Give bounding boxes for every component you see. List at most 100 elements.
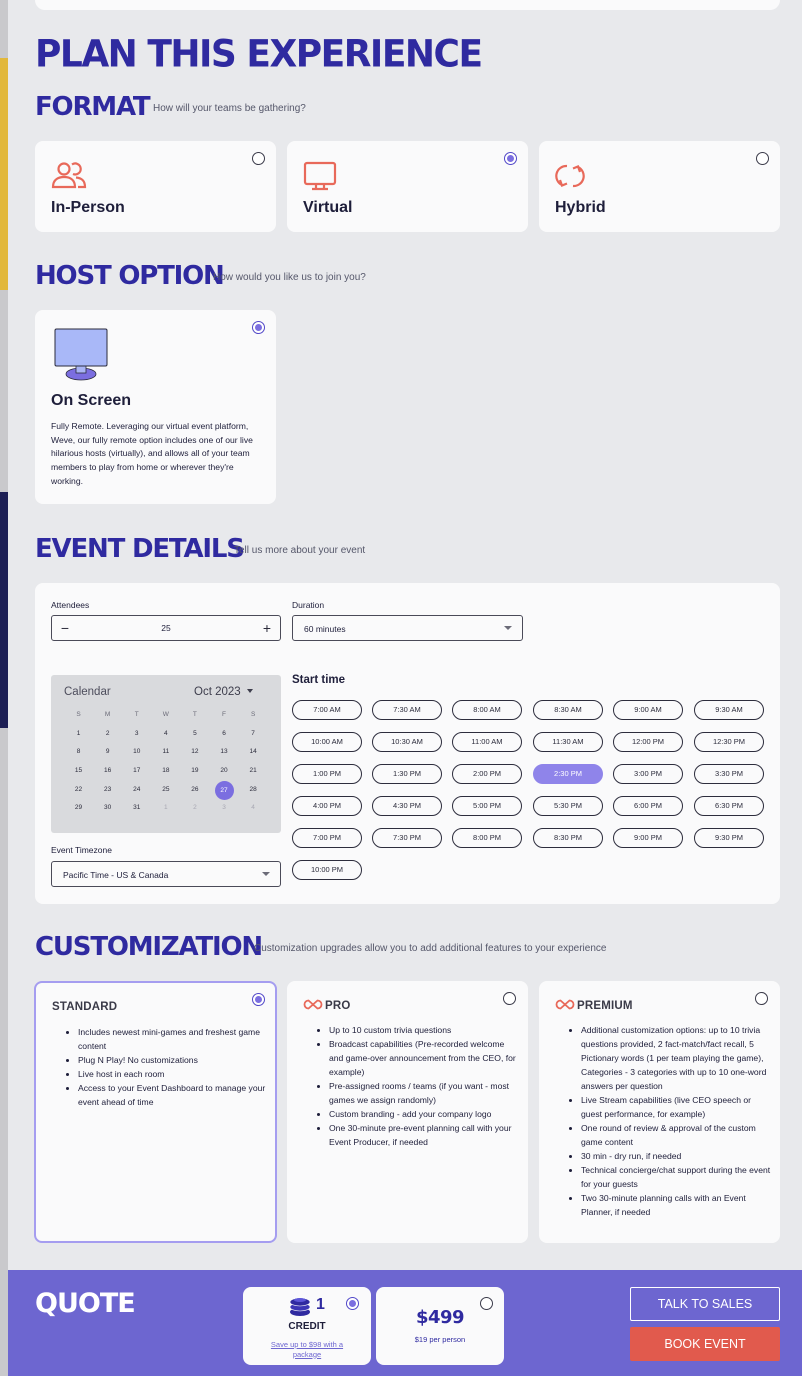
calendar-day[interactable]: 11: [151, 743, 180, 762]
talk-to-sales-button[interactable]: TALK TO SALES: [630, 1287, 780, 1321]
credit-radio[interactable]: [346, 1297, 359, 1310]
weekday-header: T: [134, 711, 139, 718]
month-label: Oct 2023: [194, 686, 241, 698]
duration-select[interactable]: 60 minutes: [292, 615, 523, 641]
tier-radio-pro[interactable]: [503, 992, 516, 1005]
credit-package-link[interactable]: Save up to $98 with a package: [263, 1340, 351, 1359]
time-slot-button[interactable]: 11:30 AM: [533, 732, 603, 752]
calendar-day[interactable]: 26: [180, 781, 209, 800]
weekday-header: S: [76, 711, 81, 718]
time-slot-button[interactable]: 6:00 PM: [613, 796, 683, 816]
time-slot-button[interactable]: 3:30 PM: [694, 764, 764, 784]
time-slot-button[interactable]: 2:00 PM: [452, 764, 522, 784]
calendar-day[interactable]: 3: [122, 725, 151, 744]
calendar-day[interactable]: 31: [122, 799, 151, 818]
time-slot-button[interactable]: 9:30 PM: [694, 828, 764, 848]
time-slot-button[interactable]: 4:30 PM: [372, 796, 442, 816]
attendees-value[interactable]: 25: [52, 623, 280, 633]
time-slot-button[interactable]: 1:00 PM: [292, 764, 362, 784]
calendar-day[interactable]: 19: [180, 762, 209, 781]
tier-pro[interactable]: PRO Up to 10 custom trivia questions Bro…: [287, 981, 528, 1243]
calendar-day[interactable]: 23: [93, 781, 122, 800]
format-radio-virtual[interactable]: [504, 152, 517, 165]
credit-option[interactable]: 1 CREDIT Save up to $98 with a package: [243, 1287, 371, 1365]
month-selector[interactable]: Oct 2023: [194, 686, 253, 698]
time-slot-button[interactable]: 10:00 PM: [292, 860, 362, 880]
calendar-day[interactable]: 20: [209, 762, 238, 781]
calendar-day[interactable]: 4: [239, 799, 268, 818]
plus-icon[interactable]: +: [259, 620, 275, 636]
time-slot-button[interactable]: 12:00 PM: [613, 732, 683, 752]
calendar-day[interactable]: 21: [239, 762, 268, 781]
tier-radio-standard[interactable]: [252, 993, 265, 1006]
format-option-in-person[interactable]: In-Person: [35, 141, 276, 232]
format-option-virtual[interactable]: Virtual: [287, 141, 528, 232]
time-slot-button[interactable]: 7:30 AM: [372, 700, 442, 720]
timezone-select[interactable]: Pacific Time - US & Canada: [51, 861, 281, 887]
time-slot-button[interactable]: 10:00 AM: [292, 732, 362, 752]
calendar-day-label: 2: [193, 804, 197, 812]
host-radio-on-screen[interactable]: [252, 321, 265, 334]
calendar-day[interactable]: 18: [151, 762, 180, 781]
calendar-day[interactable]: 16: [93, 762, 122, 781]
time-slot-button[interactable]: 3:00 PM: [613, 764, 683, 784]
host-option-on-screen[interactable]: On Screen Fully Remote. Leveraging our v…: [35, 310, 276, 504]
time-slot-button[interactable]: 7:00 AM: [292, 700, 362, 720]
calendar-day[interactable]: 27: [209, 780, 238, 800]
calendar-day[interactable]: 15: [64, 762, 93, 781]
time-slot-button[interactable]: 8:00 PM: [452, 828, 522, 848]
time-slot-button[interactable]: 8:30 PM: [533, 828, 603, 848]
tier-premium[interactable]: PREMIUM Additional customization options…: [539, 981, 780, 1243]
calendar-day[interactable]: 14: [239, 743, 268, 762]
time-slot-button[interactable]: 8:30 AM: [533, 700, 603, 720]
calendar-day[interactable]: 30: [93, 799, 122, 818]
calendar-day[interactable]: 1: [64, 725, 93, 744]
price-option[interactable]: $499 $19 per person: [376, 1287, 504, 1365]
calendar-day[interactable]: 6: [209, 725, 238, 744]
calendar-day[interactable]: 2: [93, 725, 122, 744]
time-slot-button[interactable]: 7:00 PM: [292, 828, 362, 848]
calendar-day[interactable]: 10: [122, 743, 151, 762]
time-slot-button[interactable]: 8:00 AM: [452, 700, 522, 720]
calendar-day[interactable]: 29: [64, 799, 93, 818]
time-slot-button[interactable]: 9:00 AM: [613, 700, 683, 720]
calendar-day[interactable]: 25: [151, 781, 180, 800]
time-slot-button[interactable]: 4:00 PM: [292, 796, 362, 816]
calendar-day-label: 8: [76, 748, 81, 756]
time-slot-button[interactable]: 10:30 AM: [372, 732, 442, 752]
time-slot-button[interactable]: 5:00 PM: [452, 796, 522, 816]
calendar-day[interactable]: 3: [209, 799, 238, 818]
format-option-hybrid[interactable]: Hybrid: [539, 141, 780, 232]
calendar-day-label: 21: [249, 767, 257, 775]
time-slot-button[interactable]: 5:30 PM: [533, 796, 603, 816]
time-slot-button[interactable]: 11:00 AM: [452, 732, 522, 752]
calendar-day[interactable]: 9: [93, 743, 122, 762]
time-slot-button[interactable]: 6:30 PM: [694, 796, 764, 816]
tier-standard[interactable]: STANDARD Includes newest mini-games and …: [34, 981, 277, 1243]
time-slot-button[interactable]: 2:30 PM: [533, 764, 603, 784]
time-slot-button[interactable]: 9:30 AM: [694, 700, 764, 720]
tier-radio-premium[interactable]: [755, 992, 768, 1005]
calendar-day-label: 23: [104, 785, 112, 793]
calendar-day[interactable]: 13: [209, 743, 238, 762]
calendar-day[interactable]: 1: [151, 799, 180, 818]
format-radio-hybrid[interactable]: [756, 152, 769, 165]
calendar-day[interactable]: 8: [64, 743, 93, 762]
format-radio-in-person[interactable]: [252, 152, 265, 165]
time-slot-button[interactable]: 1:30 PM: [372, 764, 442, 784]
calendar-day[interactable]: 28: [239, 781, 268, 800]
calendar-day[interactable]: 24: [122, 781, 151, 800]
calendar-day[interactable]: 7: [239, 725, 268, 744]
calendar-day[interactable]: 22: [64, 781, 93, 800]
calendar-day[interactable]: 5: [180, 725, 209, 744]
calendar-day[interactable]: 17: [122, 762, 151, 781]
price-radio[interactable]: [480, 1297, 493, 1310]
time-slot-button[interactable]: 12:30 PM: [694, 732, 764, 752]
format-title: FORMAT: [35, 92, 151, 122]
calendar-day[interactable]: 12: [180, 743, 209, 762]
time-slot-button[interactable]: 9:00 PM: [613, 828, 683, 848]
calendar-day[interactable]: 4: [151, 725, 180, 744]
calendar-day[interactable]: 2: [180, 799, 209, 818]
time-slot-button[interactable]: 7:30 PM: [372, 828, 442, 848]
book-event-button[interactable]: BOOK EVENT: [630, 1327, 780, 1361]
